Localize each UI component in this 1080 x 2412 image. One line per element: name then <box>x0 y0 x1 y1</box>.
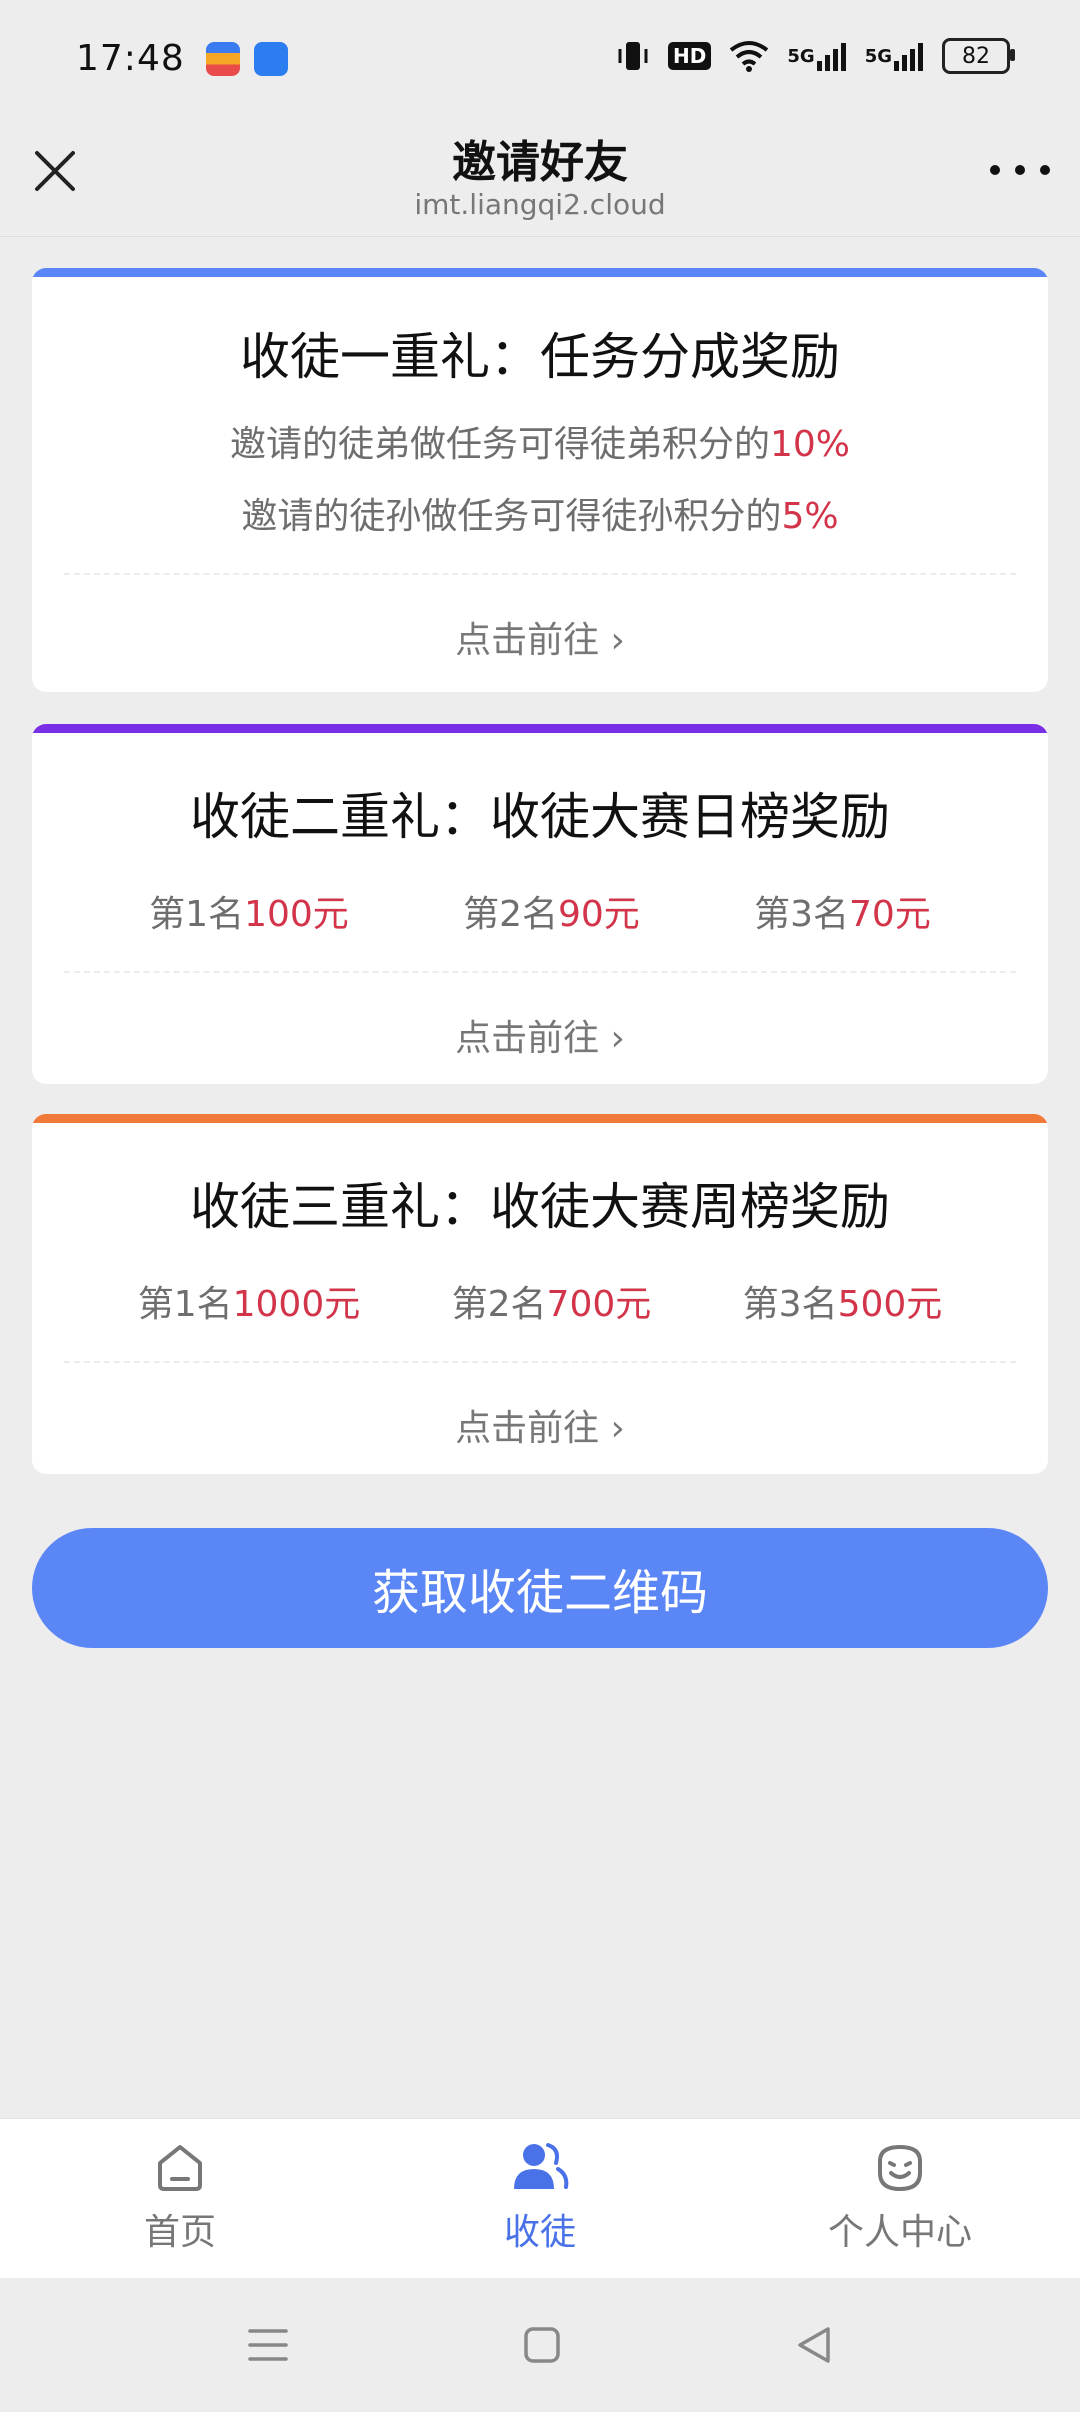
reward-card-2: 收徒二重礼：收徒大赛日榜奖励 第1名100元 第2名90元 第3名70元 点击前… <box>32 724 1048 1084</box>
rank-label: 第2名 <box>463 894 558 935</box>
wallet-app-icon <box>206 42 240 76</box>
get-qrcode-button[interactable]: 获取收徒二维码 <box>32 1528 1048 1648</box>
page-header: 邀请好友 imt.liangqi2.cloud <box>0 118 1080 237</box>
status-time: 17:48 <box>76 38 185 79</box>
home-icon <box>158 2145 202 2191</box>
rank-prize: 1000元 <box>232 1284 361 1325</box>
battery-level: 82 <box>962 43 990 69</box>
page-title: 邀请好友 <box>452 137 628 188</box>
rank-item: 第2名700元 <box>452 1275 652 1327</box>
vibrate-icon <box>616 39 650 73</box>
tab-label: 个人中心 <box>827 2212 972 2253</box>
rank-item: 第1名100元 <box>149 885 349 937</box>
go-link[interactable]: 点击前往 › <box>32 611 1048 663</box>
tab-label: 收徒 <box>503 2212 576 2253</box>
rank-label: 第1名 <box>137 1284 233 1325</box>
reward-line: 邀请的徒孙做任务可得徒孙积分的5% <box>32 487 1048 539</box>
card-accent-bar <box>32 268 1048 277</box>
tab-home[interactable]: 首页 <box>0 2119 360 2279</box>
reward-card-3: 收徒三重礼：收徒大赛周榜奖励 第1名1000元 第2名700元 第3名500元 … <box>32 1114 1048 1474</box>
rank-label: 第1名 <box>149 894 245 935</box>
card-divider <box>64 1361 1016 1363</box>
card-title: 收徒二重礼：收徒大赛日榜奖励 <box>190 788 890 846</box>
status-icons: HD 5G 5G 82 <box>616 38 1015 74</box>
reward-line-text: 邀请的徒弟做任务可得徒弟积分的 <box>229 424 770 465</box>
home-square-icon[interactable] <box>522 2325 562 2365</box>
card-title: 收徒一重礼：任务分成奖励 <box>240 328 840 386</box>
system-nav-bar <box>0 2278 1080 2412</box>
wifi-icon <box>729 40 769 72</box>
card-title: 收徒三重礼：收徒大赛周榜奖励 <box>190 1178 890 1236</box>
more-dot <box>1040 165 1050 175</box>
cellular-signal-icon: 5G <box>787 41 846 71</box>
rank-item: 第2名90元 <box>463 885 640 937</box>
cellular-signal-icon: 5G <box>865 41 924 71</box>
card-divider <box>64 573 1016 575</box>
card-accent-bar <box>32 724 1048 733</box>
hd-icon: HD <box>668 42 712 70</box>
reward-line: 邀请的徒弟做任务可得徒弟积分的10% <box>32 415 1048 467</box>
go-link[interactable]: 点击前往 › <box>32 1009 1048 1061</box>
tab-label: 首页 <box>143 2212 216 2253</box>
more-dot <box>1015 165 1025 175</box>
reward-line-text: 邀请的徒孙做任务可得徒孙积分的 <box>241 496 782 537</box>
battery-icon: 82 <box>942 38 1015 74</box>
menu-icon[interactable] <box>246 2325 290 2365</box>
rank-prize: 70元 <box>849 894 931 935</box>
rank-row: 第1名1000元 第2名700元 第3名500元 <box>32 1275 1048 1327</box>
rank-label: 第3名 <box>742 1284 838 1325</box>
rank-prize: 500元 <box>837 1284 943 1325</box>
rank-prize: 700元 <box>546 1284 652 1325</box>
rank-label: 第3名 <box>754 894 850 935</box>
go-link[interactable]: 点击前往 › <box>32 1399 1048 1451</box>
bottom-tab-bar: 首页 收徒 个人中心 <box>0 2118 1080 2279</box>
rank-item: 第3名70元 <box>754 885 931 937</box>
more-dot <box>990 165 1000 175</box>
card-divider <box>64 971 1016 973</box>
rank-label: 第2名 <box>451 1284 547 1325</box>
reward-card-1: 收徒一重礼：任务分成奖励 邀请的徒弟做任务可得徒弟积分的10% 邀请的徒孙做任务… <box>32 268 1048 692</box>
card-accent-bar <box>32 1114 1048 1123</box>
rank-item: 第1名1000元 <box>138 1275 361 1327</box>
reward-percent: 5% <box>781 496 839 537</box>
app-notification-icon <box>254 42 288 76</box>
tab-apprentice[interactable]: 收徒 <box>360 2119 720 2279</box>
status-bar: 17:48 HD 5G 5G 82 <box>0 0 1080 118</box>
rank-prize: 100元 <box>244 894 349 935</box>
users-icon <box>514 2143 569 2189</box>
back-icon[interactable] <box>794 2325 834 2365</box>
more-options-button[interactable] <box>990 150 1050 190</box>
reward-percent: 10% <box>770 424 851 465</box>
rank-prize: 90元 <box>558 894 640 935</box>
smile-icon <box>878 2144 922 2192</box>
page-url: imt.liangqi2.cloud <box>414 188 666 221</box>
rank-row: 第1名100元 第2名90元 第3名70元 <box>32 885 1048 937</box>
tab-profile[interactable]: 个人中心 <box>720 2119 1080 2279</box>
rank-item: 第3名500元 <box>743 1275 943 1327</box>
